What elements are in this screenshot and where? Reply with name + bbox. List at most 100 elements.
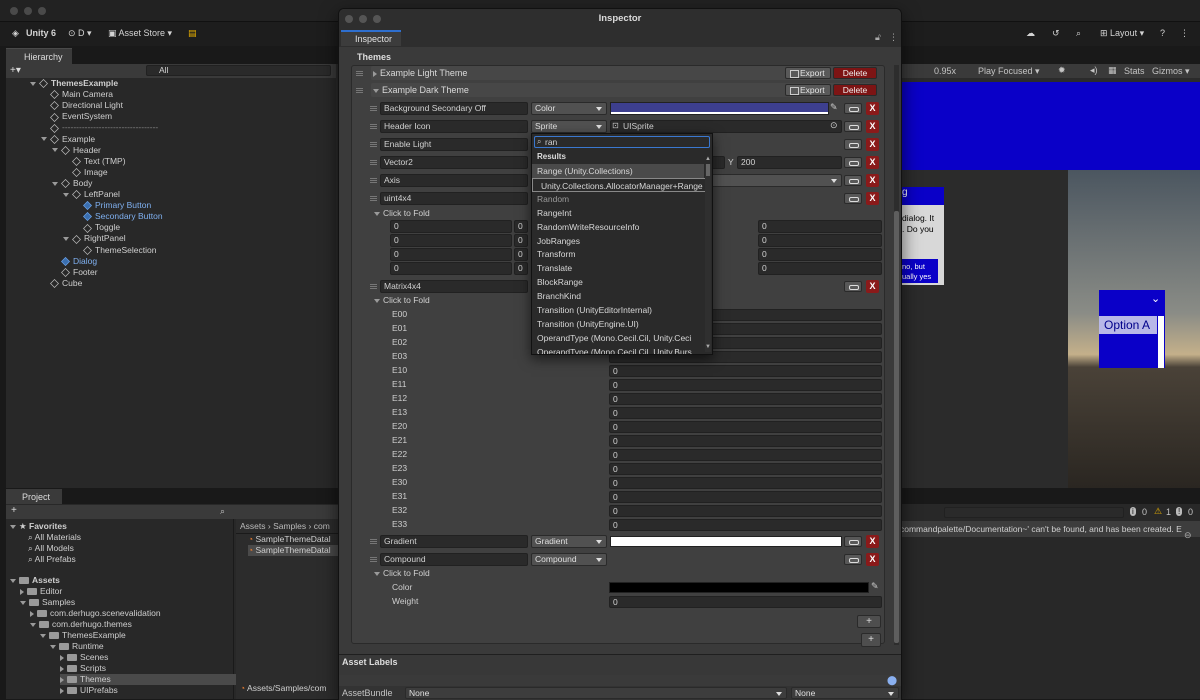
export-button[interactable]: Export	[785, 84, 831, 96]
matrix-entry-field[interactable]: 0	[609, 463, 882, 475]
entry-name-field[interactable]: Background Secondary Off	[380, 102, 528, 115]
popup-scrollbar[interactable]: ▲ ▼	[705, 156, 711, 352]
expand-arrow-icon[interactable]	[20, 588, 24, 595]
cloud-icon[interactable]: ☁	[1026, 28, 1035, 39]
entry-name-field[interactable]: uint4x4	[380, 192, 528, 205]
hierarchy-item[interactable]: Toggle	[74, 222, 120, 233]
expand-arrow-icon[interactable]	[63, 192, 69, 197]
matrix-entry-field[interactable]: 0	[609, 421, 882, 433]
folder-item[interactable]: com.derhugo.scenevalidation	[30, 608, 161, 619]
option-scrollbar[interactable]	[1158, 316, 1164, 368]
link-button[interactable]	[844, 536, 862, 547]
hierarchy-item[interactable]: Header	[52, 145, 101, 156]
expand-arrow-icon[interactable]	[30, 622, 36, 627]
inspector-title[interactable]: Inspector	[339, 9, 901, 29]
result-item[interactable]: RangeInt	[532, 206, 704, 220]
link-button[interactable]	[844, 554, 862, 565]
hierarchy-item[interactable]: Primary Button	[74, 200, 151, 211]
lock-icon[interactable]: 🔓︎	[875, 32, 881, 43]
expand-arrow-icon[interactable]	[40, 633, 46, 638]
gradient-preview[interactable]	[610, 536, 842, 547]
drag-handle-icon[interactable]	[370, 106, 377, 111]
uint-cell[interactable]: 0	[390, 262, 512, 275]
remove-button[interactable]: X	[866, 535, 879, 548]
drag-handle-icon[interactable]	[356, 71, 363, 76]
matrix-entry-field[interactable]: 0	[609, 407, 882, 419]
remove-button[interactable]: X	[866, 280, 879, 293]
link-button[interactable]	[844, 103, 862, 114]
drag-handle-icon[interactable]	[370, 284, 377, 289]
collapse-icon[interactable]	[10, 524, 16, 529]
drag-handle-icon[interactable]	[370, 160, 377, 165]
result-item[interactable]: OperandType (Mono.Cecil.Cil, Unity.Burs	[532, 345, 704, 354]
project-search-icon[interactable]: ⌕	[220, 506, 225, 517]
help-icon[interactable]: ?	[1160, 28, 1165, 38]
render-icon[interactable]: ▦	[1108, 65, 1117, 76]
result-item[interactable]: JobRanges	[532, 234, 704, 248]
type-dropdown[interactable]: Compound	[531, 553, 607, 566]
entry-name-field[interactable]: Vector2	[380, 156, 528, 169]
result-item[interactable]: RandomWriteResourceInfo	[532, 220, 704, 234]
inspector-scrollbar[interactable]	[894, 65, 899, 645]
account-dropdown[interactable]: ⊙ D ▾	[68, 28, 92, 39]
hierarchy-item[interactable]: Directional Light	[41, 100, 123, 111]
audio-icon[interactable]: ◂)	[1090, 65, 1098, 76]
error-icon[interactable]: !	[1176, 507, 1183, 516]
matrix-entry-field[interactable]: 0	[609, 491, 882, 503]
link-button[interactable]	[844, 281, 862, 292]
matrix-entry-field[interactable]: 0	[609, 435, 882, 447]
sprite-field[interactable]: UISprite	[610, 120, 842, 133]
hierarchy-item[interactable]: ----------------------------------	[41, 122, 158, 133]
result-item[interactable]: OperandType (Mono.Cecil.Cil, Unity.Ceci	[532, 331, 704, 345]
expand-arrow-icon[interactable]	[52, 181, 58, 186]
favorite-item[interactable]: ⌕ All Models	[28, 543, 74, 554]
folder-item[interactable]: Themes	[60, 674, 260, 685]
link-button[interactable]	[844, 157, 862, 168]
vector-x-field[interactable]	[711, 156, 725, 169]
close-inspector-button[interactable]	[345, 15, 353, 23]
remove-button[interactable]: X	[866, 192, 879, 205]
folder-item[interactable]: Scenes	[60, 652, 108, 663]
layout-dropdown[interactable]: ⊞ Layout ▾	[1100, 28, 1144, 39]
uint-cell[interactable]: 0	[758, 234, 882, 247]
hierarchy-item[interactable]: ThemeSelection	[74, 245, 156, 256]
drag-handle-icon[interactable]	[370, 178, 377, 183]
link-button[interactable]	[844, 139, 862, 150]
breadcrumb-assets[interactable]: Assets	[240, 521, 266, 531]
result-item[interactable]: Translate	[532, 261, 704, 275]
package-icon[interactable]: ▤	[188, 28, 197, 39]
link-button[interactable]	[844, 121, 862, 132]
remove-button[interactable]: X	[866, 174, 879, 187]
option-a-item[interactable]: Option A	[1099, 316, 1157, 334]
maximize-window-button[interactable]	[38, 7, 46, 15]
zoom-inspector-button[interactable]	[373, 15, 381, 23]
drag-handle-icon[interactable]	[370, 124, 377, 129]
asset-labels-header[interactable]: Asset Labels	[339, 655, 901, 675]
hierarchy-item[interactable]: Secondary Button	[74, 211, 163, 222]
compound-color-swatch[interactable]	[609, 582, 869, 593]
axis-dropdown[interactable]	[711, 174, 842, 187]
type-dropdown[interactable]: Gradient	[531, 535, 607, 548]
project-tab[interactable]: Project	[6, 489, 62, 504]
expand-arrow-icon[interactable]	[52, 148, 58, 153]
drag-handle-icon[interactable]	[370, 557, 377, 562]
scroll-down-icon[interactable]: ▼	[705, 344, 711, 350]
close-window-button[interactable]	[10, 7, 18, 15]
remove-button[interactable]: X	[866, 120, 879, 133]
asset-variant-dropdown[interactable]: None	[791, 687, 899, 699]
expand-arrow-icon[interactable]	[50, 644, 56, 649]
uint4x4-fold-toggle[interactable]: Click to Fold	[374, 207, 430, 220]
hierarchy-item[interactable]: Body	[52, 178, 92, 189]
hierarchy-item[interactable]: Main Camera	[41, 89, 113, 100]
folder-item[interactable]: Scripts	[60, 663, 106, 674]
favorite-item[interactable]: ⌕ All Prefabs	[28, 554, 76, 565]
popup-scroll-thumb[interactable]	[706, 164, 710, 176]
eyedropper-icon[interactable]: ✎	[830, 102, 838, 113]
uint-cell[interactable]: 0	[514, 220, 528, 233]
dialog-button[interactable]: no, but ually yes	[900, 259, 938, 283]
uint-cell[interactable]: 0	[514, 262, 528, 275]
bug-icon[interactable]: ✹	[1058, 65, 1066, 76]
hierarchy-item[interactable]: RightPanel	[63, 233, 126, 244]
add-entry-button[interactable]: +	[857, 615, 881, 628]
hierarchy-item[interactable]: LeftPanel	[63, 189, 120, 200]
